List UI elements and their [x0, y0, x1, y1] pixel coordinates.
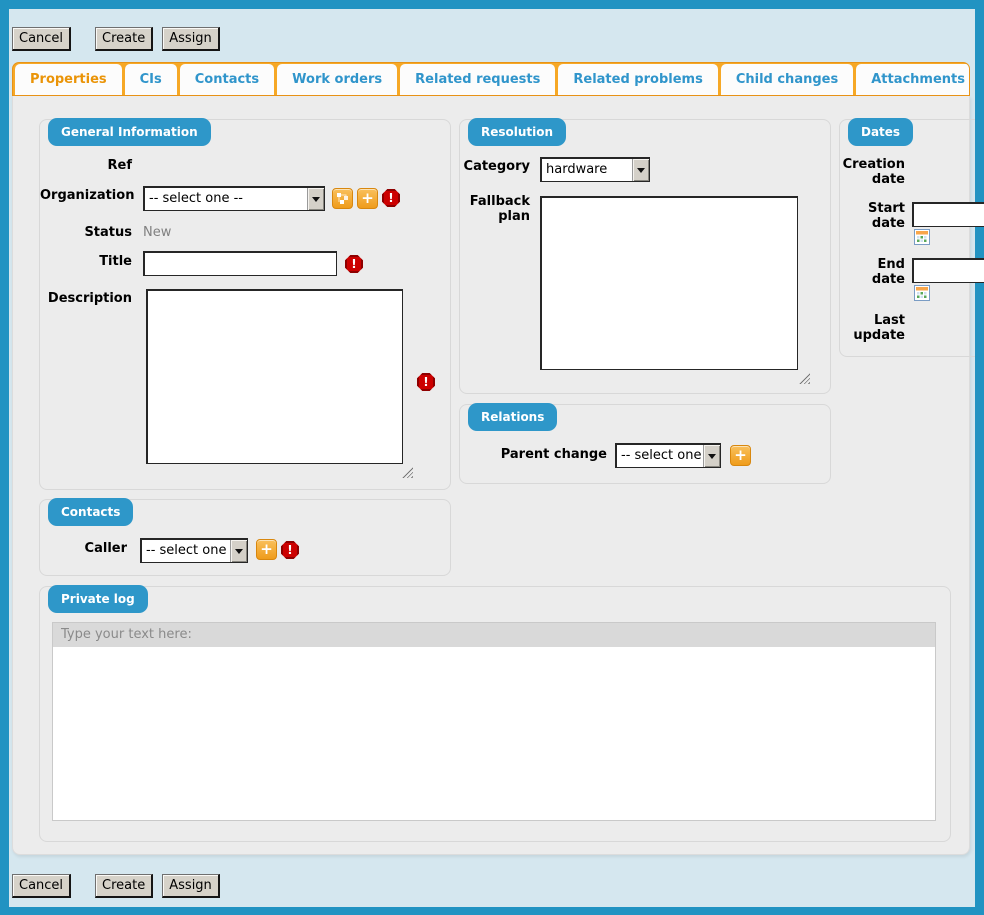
bottom-toolbar: Cancel Create Assign	[12, 874, 220, 898]
category-select[interactable]: hardware	[540, 157, 650, 182]
title-error-icon: !	[345, 255, 363, 273]
dropdown-arrow-icon[interactable]	[703, 445, 720, 467]
parent-change-select[interactable]: -- select one --	[615, 443, 721, 468]
private-log-placeholder[interactable]: Type your text here:	[53, 623, 935, 647]
assign-button[interactable]: Assign	[162, 874, 220, 898]
cancel-button[interactable]: Cancel	[12, 27, 71, 51]
end-date-label: End date	[840, 257, 905, 287]
caller-add-button[interactable]: +	[256, 539, 277, 560]
description-error-icon: !	[417, 373, 435, 391]
tab-properties[interactable]: Properties	[15, 64, 122, 95]
last-update-label: Last update	[840, 313, 905, 343]
resolution-legend: Resolution	[468, 118, 566, 146]
tab-work-orders[interactable]: Work orders	[277, 64, 397, 95]
caller-error-icon: !	[281, 541, 299, 559]
dates-section: Dates Creation date Start date End date	[839, 119, 984, 357]
end-date-calendar-icon[interactable]	[914, 285, 930, 301]
start-date-calendar-icon[interactable]	[914, 229, 930, 245]
resolution-section: Resolution Category hardware Fallback pl…	[459, 119, 831, 394]
private-log-legend: Private log	[48, 585, 148, 613]
parent-change-label: Parent change	[460, 447, 607, 462]
organization-select[interactable]: -- select one --	[143, 186, 325, 211]
caller-label: Caller	[40, 541, 127, 556]
organization-add-button[interactable]: +	[357, 188, 378, 209]
private-log-input[interactable]: Type your text here:	[52, 622, 936, 821]
private-log-section: Private log Type your text here:	[39, 586, 951, 842]
dates-legend: Dates	[848, 118, 913, 146]
create-button[interactable]: Create	[95, 27, 153, 51]
dropdown-arrow-icon[interactable]	[230, 540, 247, 562]
description-resize-grip[interactable]	[402, 467, 413, 478]
organization-error-icon: !	[382, 189, 400, 207]
create-button[interactable]: Create	[95, 874, 153, 898]
tab-related-problems[interactable]: Related problems	[558, 64, 717, 95]
plus-icon: +	[734, 448, 747, 463]
status-value: New	[143, 225, 171, 240]
dropdown-arrow-icon[interactable]	[632, 159, 649, 181]
status-label: Status	[40, 225, 132, 240]
relations-section: Relations Parent change -- select one --…	[459, 404, 831, 484]
general-information-legend: General Information	[48, 118, 211, 146]
tab-content-panel: General Information Ref Organization -- …	[12, 96, 970, 855]
parent-change-add-button[interactable]: +	[730, 445, 751, 466]
window-frame	[0, 907, 984, 915]
tab-related-requests[interactable]: Related requests	[400, 64, 555, 95]
parent-change-select-value: -- select one --	[617, 445, 703, 467]
creation-date-label: Creation date	[840, 157, 905, 187]
general-information-section: General Information Ref Organization -- …	[39, 119, 451, 490]
tab-cis[interactable]: CIs	[125, 64, 177, 95]
organization-hierarchy-button[interactable]	[332, 188, 353, 209]
ref-label: Ref	[40, 158, 132, 173]
start-date-label: Start date	[840, 201, 905, 231]
end-date-input[interactable]	[912, 258, 984, 283]
title-label: Title	[40, 254, 132, 269]
contacts-section: Contacts Caller -- select one -- + !	[39, 499, 451, 576]
description-label: Description	[40, 291, 132, 306]
title-input[interactable]	[143, 251, 337, 276]
assign-button[interactable]: Assign	[162, 27, 220, 51]
plus-icon: +	[260, 542, 273, 557]
fallback-plan-label: Fallback plan	[460, 194, 530, 224]
tab-attachments[interactable]: Attachments	[856, 64, 970, 95]
tab-contacts[interactable]: Contacts	[180, 64, 274, 95]
organization-select-value: -- select one --	[145, 188, 307, 210]
top-toolbar: Cancel Create Assign	[12, 27, 220, 51]
fallback-plan-resize-grip[interactable]	[799, 373, 810, 384]
organization-label: Organization	[40, 188, 132, 203]
tab-bar: Properties CIs Contacts Work orders Rela…	[12, 62, 970, 96]
plus-icon: +	[361, 191, 374, 206]
category-select-value: hardware	[542, 159, 632, 181]
window-frame	[0, 0, 984, 9]
tab-child-changes[interactable]: Child changes	[721, 64, 853, 95]
cancel-button[interactable]: Cancel	[12, 874, 71, 898]
window-frame	[975, 0, 984, 915]
private-log-body[interactable]	[53, 647, 935, 820]
hierarchy-icon	[336, 192, 349, 205]
start-date-input[interactable]	[912, 202, 984, 227]
caller-select[interactable]: -- select one --	[140, 538, 248, 563]
fallback-plan-textarea[interactable]	[540, 196, 798, 370]
contacts-legend: Contacts	[48, 498, 133, 526]
relations-legend: Relations	[468, 403, 557, 431]
change-creation-form: { "colors": { "frame": "#2193c2", "page_…	[0, 0, 984, 915]
description-textarea[interactable]	[146, 289, 403, 464]
category-label: Category	[460, 159, 530, 174]
dropdown-arrow-icon[interactable]	[307, 188, 324, 210]
caller-select-value: -- select one --	[142, 540, 230, 562]
window-frame	[0, 0, 9, 915]
